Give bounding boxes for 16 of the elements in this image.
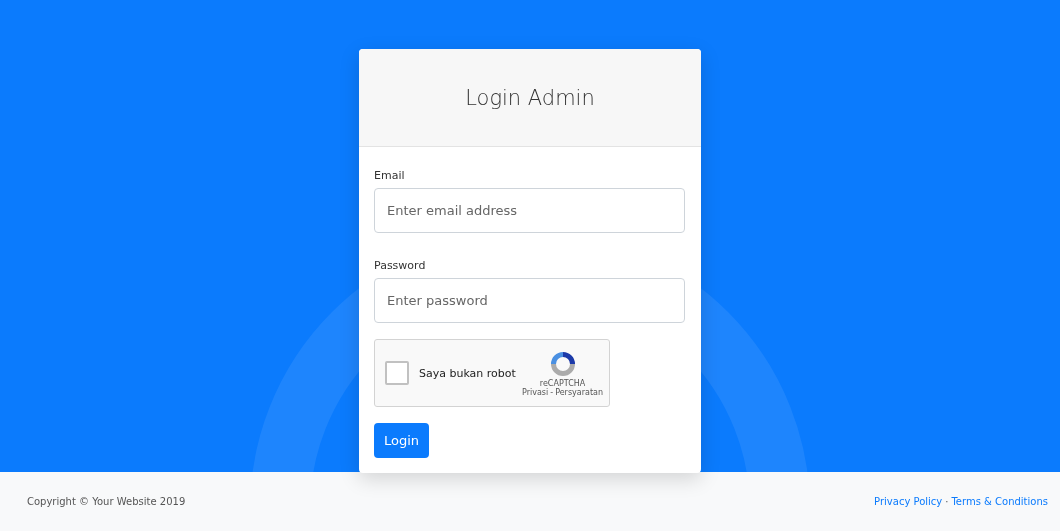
separator: · [945,496,949,507]
captcha-brand: reCAPTCHA [539,379,586,388]
footer-link[interactable]: Terms & Conditions [951,496,1048,507]
captcha-label: Saya bukan robot [419,366,517,380]
privacy-link[interactable]: Privasi [522,388,549,397]
password-label: Password [374,259,426,272]
captcha-checkbox[interactable] [385,361,409,385]
terms-link[interactable]: Persyaratan [555,388,603,397]
card-title: Login Admin [465,85,595,110]
password-field[interactable]: Enter password [374,278,685,323]
email-label: Email [374,169,405,182]
email-field[interactable]: Enter email address [374,188,685,233]
copyright-text: Copyright © Your Website 2019 [27,496,186,507]
separator: - [550,388,554,397]
footer-link[interactable]: Privacy Policy [874,496,943,507]
login-button[interactable]: Login [374,423,430,458]
